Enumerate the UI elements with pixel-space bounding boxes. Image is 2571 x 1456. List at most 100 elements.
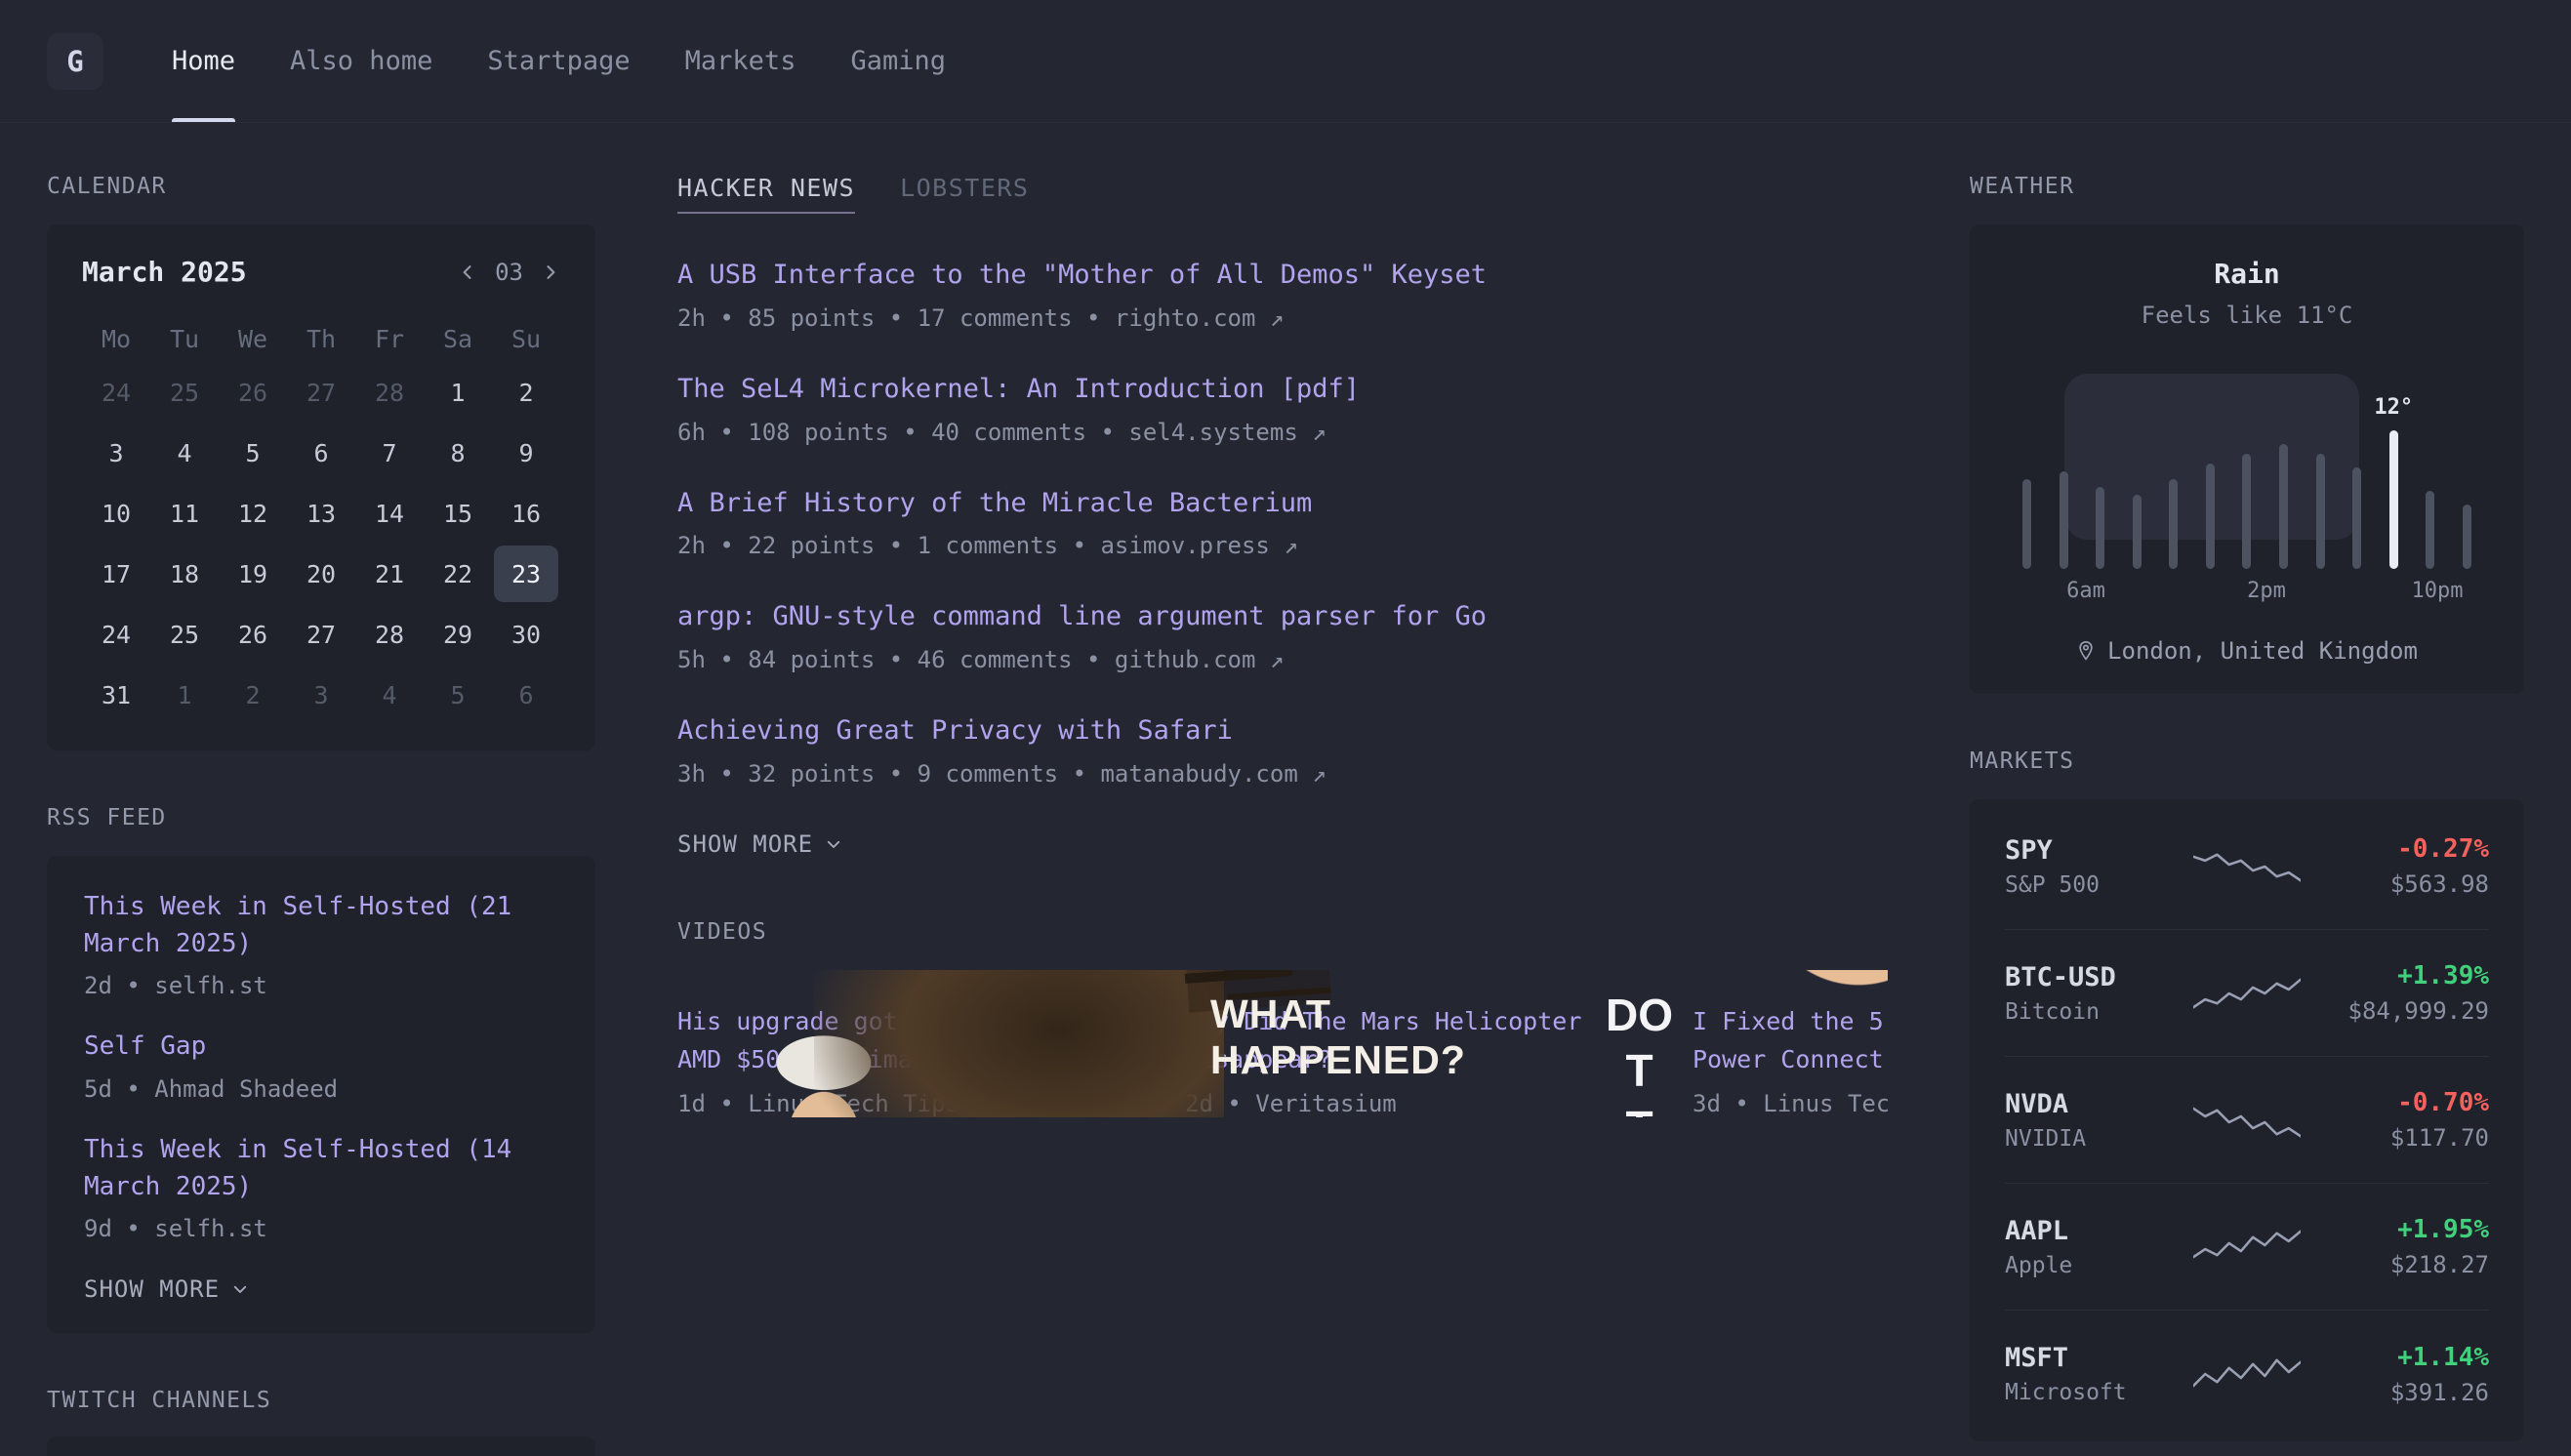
weather-header: WEATHER	[1970, 174, 2524, 199]
story-title-link[interactable]: The SeL4 Microkernel: An Introduction [p…	[677, 371, 1888, 408]
story: argp: GNU-style command line argument pa…	[677, 598, 1888, 673]
top-nav: G Home Also home Startpage Markets Gamin…	[0, 0, 2571, 123]
news-tab[interactable]: HACKER NEWS	[677, 174, 855, 214]
news-tab[interactable]: LOBSTERS	[900, 174, 1029, 214]
market-sparkline	[2193, 1099, 2301, 1142]
rss-item-title[interactable]: Self Gap	[84, 1029, 558, 1066]
calendar-day: 17	[84, 546, 148, 602]
market-price: $563.98	[2320, 870, 2489, 898]
weather-bar	[2096, 487, 2104, 569]
app-logo[interactable]: G	[47, 33, 103, 90]
calendar-day: 21	[357, 546, 422, 602]
time-label: 2pm	[2247, 579, 2286, 603]
calendar-day: 20	[289, 546, 353, 602]
news-tabs: HACKER NEWS LOBSTERS	[677, 174, 1888, 214]
videos-header: VIDEOS	[677, 919, 1888, 945]
market-price: $218.27	[2320, 1251, 2489, 1278]
story: Achieving Great Privacy with Safari 3h •…	[677, 712, 1888, 788]
story-meta: 3h • 32 points • 9 comments • matanabudy…	[677, 760, 1888, 788]
weather-hourly-chart: 12°	[2013, 374, 2481, 569]
market-sparkline	[2193, 1353, 2301, 1395]
right-column: WEATHER Rain Feels like 11°C	[1970, 174, 2524, 1441]
weekday-label: Sa	[426, 317, 490, 360]
calendar-day: 26	[221, 606, 285, 663]
nav-tab[interactable]: Startpage	[487, 0, 630, 122]
chevron-left-icon	[458, 263, 477, 282]
news-show-more-button[interactable]: SHOW MORE	[677, 830, 842, 858]
weekday-label: Fr	[357, 317, 422, 360]
news-show-more-label: SHOW MORE	[677, 830, 813, 858]
market-change: -0.70%	[2320, 1088, 2489, 1117]
weather-bar	[2060, 471, 2068, 569]
weather-bar	[2463, 505, 2471, 569]
market-row[interactable]: SPY S&P 500 -0.27% $563.98	[2005, 803, 2489, 930]
calendar-day: 15	[426, 485, 490, 542]
calendar-day: 27	[289, 364, 353, 421]
rss-item-meta: 9d • selfh.st	[84, 1215, 558, 1242]
calendar-day: 27	[289, 606, 353, 663]
nav-tabs: Home Also home Startpage Markets Gaming	[172, 0, 946, 122]
market-change: +1.39%	[2320, 961, 2489, 991]
calendar-day: 1	[426, 364, 490, 421]
nav-tab[interactable]: Home	[172, 0, 235, 122]
weather-bars: 12°	[2013, 374, 2481, 569]
chevron-down-icon	[231, 1280, 249, 1298]
calendar-day: 1	[152, 667, 217, 723]
nav-tab[interactable]: Markets	[685, 0, 796, 122]
calendar-day: 3	[289, 667, 353, 723]
dashboard: CALENDAR March 2025 03 MoTuWeThFrSaSu	[0, 123, 2571, 1456]
calendar-day: 8	[426, 425, 490, 481]
market-row[interactable]: AAPL Apple +1.95% $218.27	[2005, 1184, 2489, 1311]
calendar-day: 22	[426, 546, 490, 602]
weather-bar	[2133, 495, 2142, 569]
story-title-link[interactable]: A USB Interface to the "Mother of All De…	[677, 257, 1888, 294]
story-meta: 2h • 22 points • 1 comments • asimov.pre…	[677, 532, 1888, 559]
nav-tab[interactable]: Gaming	[850, 0, 946, 122]
weather-bar	[2022, 479, 2031, 569]
calendar-day: 29	[426, 606, 490, 663]
story-title-link[interactable]: A Brief History of the Miracle Bacterium	[677, 485, 1888, 522]
video-meta: 2d • Veritasium	[1185, 1090, 1671, 1117]
weekday-label: Tu	[152, 317, 217, 360]
calendar-prev-button[interactable]	[458, 263, 477, 282]
story-title-link[interactable]: Achieving Great Privacy with Safari	[677, 712, 1888, 749]
rss-show-more-label: SHOW MORE	[84, 1275, 220, 1303]
rss-item-title[interactable]: This Week in Self-Hosted (21 March 2025)	[84, 889, 558, 962]
news-stories: A USB Interface to the "Mother of All De…	[677, 257, 1888, 788]
market-change: +1.95%	[2320, 1215, 2489, 1244]
rss-item-title[interactable]: This Week in Self-Hosted (14 March 2025)	[84, 1132, 558, 1205]
story-title-link[interactable]: argp: GNU-style command line argument pa…	[677, 598, 1888, 635]
weather-location: London, United Kingdom	[2003, 637, 2491, 665]
weather-location-text: London, United Kingdom	[2107, 637, 2418, 665]
weather-time-axis: 6am 2pm 10pm	[2003, 579, 2491, 608]
calendar-day: 30	[494, 606, 558, 663]
calendar-day: 25	[152, 606, 217, 663]
calendar-next-button[interactable]	[541, 263, 560, 282]
market-price: $117.70	[2320, 1124, 2489, 1152]
markets-widget: SPY S&P 500 -0.27% $563.98 BTC-USD B	[1970, 799, 2524, 1441]
calendar-day: 4	[357, 667, 422, 723]
weekday-label: Th	[289, 317, 353, 360]
video-card: DO T T I Fixed the 5 Power Connect 3d • …	[1693, 970, 1888, 1118]
calendar-day: 10	[84, 485, 148, 542]
market-sparkline	[2193, 972, 2301, 1015]
nav-tab[interactable]: Also home	[290, 0, 432, 122]
market-price: $84,999.29	[2320, 997, 2489, 1025]
rss-show-more-button[interactable]: SHOW MORE	[84, 1275, 249, 1303]
calendar-day: 5	[221, 425, 285, 481]
location-pin-icon	[2076, 639, 2096, 663]
calendar-day: 9	[494, 425, 558, 481]
story: A USB Interface to the "Mother of All De…	[677, 257, 1888, 332]
weather-feels-like: Feels like 11°C	[2003, 302, 2491, 329]
market-row[interactable]: MSFT Microsoft +1.14% $391.26	[2005, 1311, 2489, 1437]
market-row[interactable]: NVDA NVIDIA -0.70% $117.70	[2005, 1057, 2489, 1184]
calendar-day: 24	[84, 606, 148, 663]
rss-item: This Week in Self-Hosted (21 March 2025)…	[84, 889, 558, 999]
middle-column: HACKER NEWS LOBSTERS A USB Interface to …	[677, 174, 1888, 1117]
calendar-day: 28	[357, 364, 422, 421]
market-row[interactable]: BTC-USD Bitcoin +1.39% $84,999.29	[2005, 930, 2489, 1057]
video-title-link[interactable]: I Fixed the 5 Power Connect	[1693, 1003, 1888, 1079]
calendar-day: 2	[494, 364, 558, 421]
weather-bar	[2279, 444, 2288, 569]
market-name: Bitcoin	[2005, 999, 2174, 1025]
